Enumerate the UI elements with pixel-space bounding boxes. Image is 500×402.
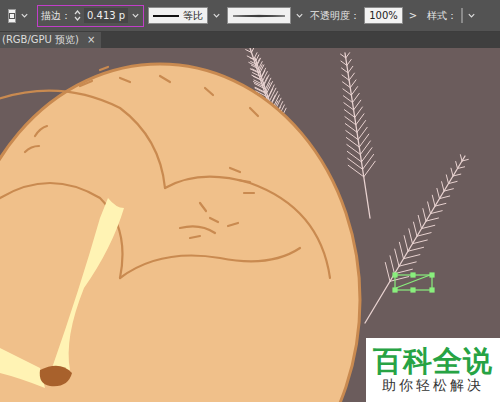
stroke-label: 描边： (41, 8, 71, 23)
stepper-icon[interactable] (74, 9, 81, 22)
fill-swatch[interactable] (8, 9, 16, 23)
brush-stroke-icon (232, 13, 286, 19)
dropdown-icon[interactable] (467, 11, 476, 20)
profile-label: 等比 (183, 8, 203, 23)
document-tab-strip: (RGB/GPU 预览) × (0, 32, 500, 48)
dropdown-icon[interactable] (212, 11, 221, 20)
document-tab[interactable]: (RGB/GPU 预览) × (0, 32, 101, 48)
opacity-field[interactable]: 100% (364, 7, 403, 24)
style-label: 样式： (427, 8, 457, 23)
watermark: 百科全说 助你轻松解决 (366, 338, 500, 402)
illustrator-window: 描边： 0.413 p 等比 不透明度： 100% > 样式： (RGB/GPU… (0, 0, 500, 402)
dropdown-icon[interactable] (295, 11, 304, 20)
opacity-label: 不透明度： (310, 8, 360, 23)
graphic-style-swatch[interactable] (461, 8, 463, 23)
document-title: (RGB/GPU 预览) (2, 32, 79, 48)
close-tab-button[interactable]: × (87, 32, 95, 48)
dropdown-icon[interactable] (131, 11, 140, 20)
stroke-weight-group: 描边： 0.413 p (37, 5, 144, 27)
artboard-canvas[interactable]: 百科全说 助你轻松解决 (0, 48, 500, 402)
brush-definition[interactable] (227, 7, 291, 24)
watermark-subtitle: 助你轻松解决 (382, 376, 484, 394)
selection-bounding-box[interactable] (393, 273, 434, 292)
opacity-arrow[interactable]: > (409, 8, 417, 23)
variable-width-profile[interactable]: 等比 (148, 7, 208, 24)
dropdown-icon[interactable] (20, 11, 29, 20)
watermark-title: 百科全说 (373, 346, 493, 376)
stroke-weight-field[interactable]: 0.413 p (84, 8, 128, 23)
control-bar: 描边： 0.413 p 等比 不透明度： 100% > 样式： (0, 0, 500, 32)
